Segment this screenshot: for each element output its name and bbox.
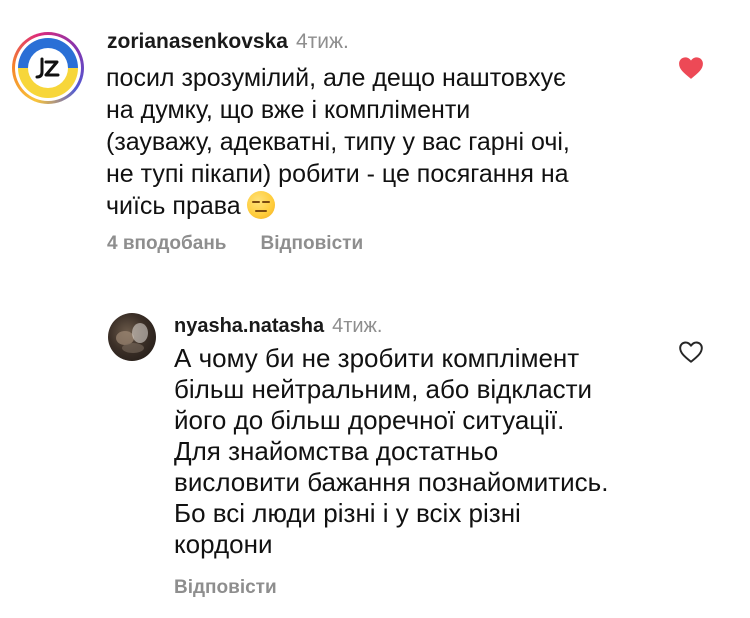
reply-button[interactable]: Відповісти — [260, 233, 363, 254]
username-link[interactable]: zorianasenkovska — [107, 30, 288, 53]
heart-filled-icon[interactable] — [678, 56, 704, 80]
comment-line: більш нейтральним, або відкласти — [174, 374, 593, 404]
comment-line: (зауважу, адекватні, типу у вас гарні оч… — [106, 128, 570, 156]
comment-header: zorianasenkovska 4тиж. — [107, 30, 349, 54]
avatar[interactable] — [108, 313, 156, 361]
comment-line: Бо всі люди різні і у всіх різні — [174, 498, 521, 528]
comment-line: висловити бажання познайомитись. — [174, 467, 609, 497]
comment-actions: Відповісти — [174, 577, 277, 599]
comment-line: Для знайомства достатньо — [174, 436, 499, 466]
comment-line: кордони — [174, 529, 273, 559]
comment-line: на думку, що вже і компліменти — [106, 96, 471, 124]
timestamp[interactable]: 4тиж. — [296, 30, 349, 53]
comment-line: не тупі пікапи) робити - це посягання на — [106, 160, 569, 188]
comment-text: посил зрозумілий, але дещо наштовхує на … — [106, 62, 570, 222]
comment-actions: 4 вподобань Відповісти — [107, 233, 363, 255]
comment-line: його до більш доречної ситуації. — [174, 405, 565, 435]
comment-line-last: чиїсь права — [106, 190, 570, 222]
avatar[interactable]: JZ — [12, 32, 84, 104]
avatar-image: JZ — [18, 38, 78, 98]
reply-button[interactable]: Відповісти — [174, 577, 277, 598]
heart-outline-icon[interactable] — [678, 340, 704, 364]
expressionless-face-emoji — [246, 191, 275, 219]
comment-text: А чому би не зробити комплімент більш не… — [174, 343, 608, 560]
username-link[interactable]: nyasha.natasha — [174, 315, 324, 337]
comment-line: посил зрозумілий, але дещо наштовхує — [106, 64, 566, 92]
comment-item: nyasha.natasha 4тиж. А чому би не зробити… — [0, 300, 750, 618]
likes-count-link[interactable]: 4 вподобань — [107, 233, 226, 254]
comment-line: А чому би не зробити комплімент — [174, 343, 580, 373]
comment-line: чиїсь права — [106, 192, 241, 220]
comment-header: nyasha.natasha 4тиж. — [174, 315, 382, 338]
jz-logo-icon: JZ — [35, 57, 60, 79]
comment-item: JZ zorianasenkovska 4тиж. посил зрозуміли… — [0, 0, 750, 280]
timestamp[interactable]: 4тиж. — [332, 315, 382, 337]
